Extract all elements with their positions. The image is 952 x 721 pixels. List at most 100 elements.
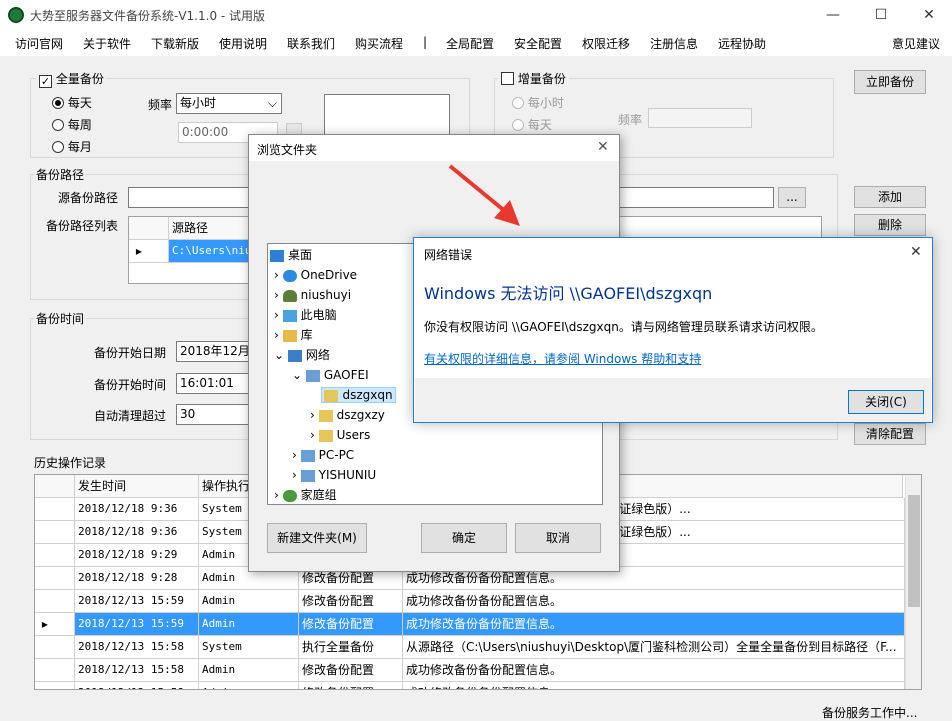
cancel-button[interactable]: 取消 [515,523,601,553]
ok-button[interactable]: 确定 [421,523,507,553]
history-scrollbar[interactable] [905,475,921,689]
history-scroll-thumb[interactable] [908,495,920,607]
window-title: 大势至服务器文件备份系统-V1.1.0 - 试用版 [30,9,266,23]
history-row-time[interactable]: 2018/12/18 9:36 [75,498,199,521]
freq-select[interactable]: 每小时 ⌵ [176,93,282,114]
history-row-action[interactable]: 修改备份配置 [299,682,403,689]
history-row-action[interactable]: 修改备份配置 [299,590,403,613]
history-row-detail[interactable]: 从源路径（C:\Users\niushuyi\Desktop\厦门鉴科检测公司）… [403,636,905,659]
browse-close-button[interactable]: ✕ [597,139,609,155]
start-date-input[interactable]: 2018年12月13 [176,341,256,362]
error-close-button[interactable]: ✕ [910,244,922,260]
help-link[interactable]: 有关权限的详细信息，请参阅 Windows 帮助和支持 [424,350,701,367]
history-row-action[interactable]: 修改备份配置 [299,613,403,636]
history-row-time[interactable]: 2018/12/13 15:59 [75,613,199,636]
radio-monthly[interactable]: 每月 [52,138,92,155]
menu-remote-assist[interactable]: 远程协助 [718,35,766,52]
menu-permission-migration[interactable]: 权限迁移 [582,35,630,52]
history-row-detail[interactable]: 成功修改备份备份配置信息。 [403,682,905,689]
freq-select-value: 每小时 [180,96,217,110]
history-row-time[interactable]: 2018/12/18 9:36 [75,521,199,544]
history-row-user[interactable]: Admin [199,590,299,613]
history-row-time[interactable]: 2018/12/13 15:58 [75,682,199,689]
menu-contact[interactable]: 联系我们 [287,35,335,52]
browse-button[interactable]: ... [778,187,806,208]
radio-inc-daily[interactable]: 每天 [512,116,552,133]
close-button[interactable]: ✕ [914,4,944,26]
tree-dszgxzy[interactable]: › dszgxzy [310,406,385,424]
tree-library[interactable]: › 库 [274,326,313,344]
backup-now-button[interactable]: 立即备份 [854,70,926,94]
chevron-down-icon: ⌵ [267,96,277,110]
row-indicator: ▸ [35,613,75,636]
history-row-user[interactable]: Admin [199,659,299,682]
tree-users[interactable]: › Users [310,426,370,444]
menu-feedback[interactable]: 意见建议 [892,35,940,52]
menu-global-config[interactable]: 全局配置 [446,35,494,52]
tree-dszgxqn[interactable]: dszgxqn [310,386,396,404]
tree-homegroup[interactable]: › 家庭组 [274,486,337,504]
row-indicator [35,498,75,521]
tree-network[interactable]: ⌄ 网络 [274,346,330,364]
add-button[interactable]: 添加 [854,186,926,208]
inc-freq-select[interactable] [648,108,752,128]
tree-desktop[interactable]: 桌面 [270,246,312,264]
history-section: 历史操作记录 [34,456,107,470]
history-row-user[interactable]: System [199,636,299,659]
full-backup-label: 全量备份 [55,72,104,86]
status-text: 备份服务工作中... [822,706,918,720]
clear-config-button[interactable]: 清除配置 [854,423,926,445]
app-icon [8,7,24,23]
menu-purchase[interactable]: 购买流程 [355,35,403,52]
history-row-user[interactable]: Admin [199,682,299,689]
menu-official-site[interactable]: 访问官网 [15,35,63,52]
tree-pc-pc[interactable]: › PC-PC [292,446,354,464]
history-row-time[interactable]: 2018/12/18 9:29 [75,544,199,567]
inc-freq-label: 频率 [618,113,643,127]
close-dialog-button[interactable]: 关闭(C) [848,390,924,414]
new-folder-button[interactable]: 新建文件夹(M) [267,523,367,553]
tree-user[interactable]: › niushuyi [274,286,351,304]
radio-daily[interactable]: 每天 [52,94,92,111]
error-message: 你没有权限访问 \\GAOFEI\dszgxqn。请与网络管理员联系请求访问权限… [424,320,823,334]
history-row-time[interactable]: 2018/12/13 15:59 [75,590,199,613]
menu-registration[interactable]: 注册信息 [650,35,698,52]
maximize-button[interactable]: ☐ [866,4,896,26]
history-row-detail[interactable]: 成功修改备份备份配置信息。 [403,590,905,613]
inc-backup-checkbox-row[interactable]: 增量备份 [498,70,569,87]
row-indicator [35,567,75,590]
full-backup-checkbox[interactable]: ✓ [39,75,52,88]
history-row-action[interactable]: 修改备份配置 [299,659,403,682]
menu-about[interactable]: 关于软件 [83,35,131,52]
history-row-detail[interactable]: 成功修改备份备份配置信息。 [403,659,905,682]
source-path-label: 源备份路径 [58,191,119,205]
freq-label: 频率 [148,98,173,112]
menu-download[interactable]: 下载新版 [151,35,199,52]
history-row-action[interactable]: 执行全量备份 [299,636,403,659]
history-row-time[interactable]: 2018/12/13 15:58 [75,636,199,659]
history-row-time[interactable]: 2018/12/13 15:58 [75,659,199,682]
history-row-time[interactable]: 2018/12/18 9:28 [75,567,199,590]
menu-manual[interactable]: 使用说明 [219,35,267,52]
full-backup-checkbox-row[interactable]: ✓ 全量备份 [36,70,107,88]
radio-inc-hourly[interactable]: 每小时 [512,94,564,111]
minimize-button[interactable]: — [818,4,848,26]
delete-button[interactable]: 删除 [854,214,926,236]
tree-gaofei[interactable]: ⌄ GAOFEI [292,366,369,384]
tree-yishuniu[interactable]: › YISHUNIU [292,466,376,484]
radio-weekly[interactable]: 每周 [52,116,92,133]
backup-time-section: 备份时间 [34,310,87,327]
history-row-detail[interactable]: 成功修改备份备份配置信息。 [403,613,905,636]
start-date-label: 备份开始日期 [94,346,167,360]
error-heading: Windows 无法访问 \\GAOFEI\dszgxqn [424,284,713,303]
tree-onedrive[interactable]: › OneDrive [274,266,357,284]
start-time-label: 备份开始时间 [94,378,167,392]
radio-monthly-label: 每月 [67,140,92,154]
start-time-input[interactable]: 16:01:01 [176,373,256,394]
history-row-user[interactable]: Admin [199,613,299,636]
menu-security-config[interactable]: 安全配置 [514,35,562,52]
inc-backup-checkbox[interactable] [501,72,514,85]
auto-clean-input[interactable]: 30 [176,404,256,425]
network-error-dialog: 网络错误 ✕ Windows 无法访问 \\GAOFEI\dszgxqn 你没有… [413,237,933,423]
tree-this-pc[interactable]: › 此电脑 [274,306,337,324]
